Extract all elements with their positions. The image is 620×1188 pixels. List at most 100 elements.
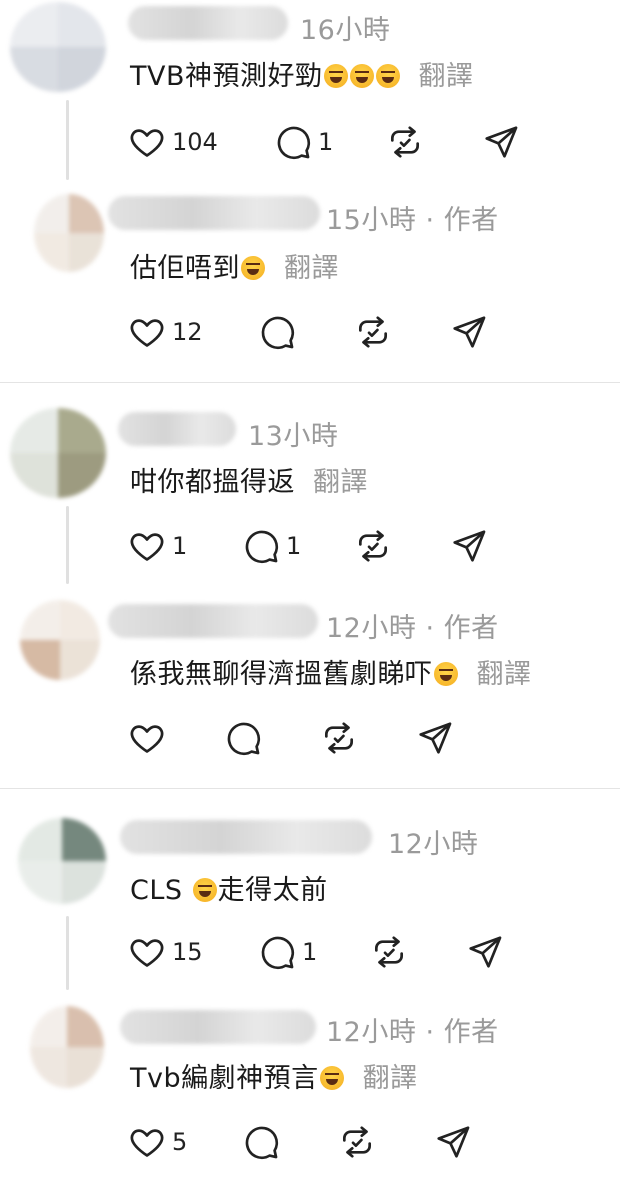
share-button[interactable]	[450, 312, 488, 352]
repost-button[interactable]	[354, 312, 392, 352]
like-button[interactable]	[128, 718, 166, 758]
translate-link[interactable]: 翻譯	[284, 253, 339, 284]
share-button[interactable]	[416, 718, 454, 758]
reply-button[interactable]	[242, 1122, 280, 1162]
repost-button[interactable]	[386, 122, 424, 162]
translate-link[interactable]: 翻譯	[419, 61, 474, 92]
comment-text: 咁你都搵得返 翻譯	[130, 460, 368, 499]
like-button[interactable]: 1	[128, 526, 187, 566]
timestamp-author: 15小時 · 作者	[326, 205, 499, 236]
translate-link[interactable]: 翻譯	[477, 659, 532, 690]
username-blurred[interactable]	[120, 1010, 316, 1044]
like-button[interactable]: 12	[128, 312, 203, 352]
reply-button[interactable]: 1	[274, 122, 333, 162]
share-button[interactable]	[466, 932, 504, 972]
comment-body: TVB神預測好勁	[130, 61, 323, 92]
like-count: 15	[172, 938, 203, 966]
reply-button[interactable]	[258, 312, 296, 352]
thread-line	[66, 916, 69, 990]
username-blurred[interactable]	[120, 820, 372, 854]
avatar[interactable]	[10, 2, 106, 92]
action-bar: 5	[128, 1122, 528, 1162]
divider	[0, 382, 620, 383]
username-blurred[interactable]	[118, 412, 236, 446]
like-button[interactable]: 15	[128, 932, 203, 972]
divider	[0, 788, 620, 789]
reply-body: 係我無聊得濟搵舊劇睇吓	[130, 659, 433, 690]
speech-bubble-icon	[261, 936, 295, 970]
avatar[interactable]	[18, 818, 106, 904]
username-blurred[interactable]	[108, 604, 318, 638]
action-bar: 12	[128, 312, 528, 352]
like-count: 5	[172, 1128, 188, 1156]
heart-icon	[130, 319, 164, 347]
speech-bubble-icon	[245, 530, 279, 564]
like-count: 104	[172, 128, 218, 156]
repost-icon	[342, 1126, 372, 1158]
share-button[interactable]	[434, 1122, 472, 1162]
rofl-emoji	[433, 662, 458, 686]
avatar[interactable]	[30, 1006, 104, 1088]
share-button[interactable]	[450, 526, 488, 566]
heart-icon	[130, 129, 164, 157]
avatar[interactable]	[34, 194, 104, 272]
rofl-emoji	[375, 64, 400, 88]
thread-line	[66, 100, 69, 180]
comment-body-suffix: 走得太前	[217, 875, 328, 906]
repost-icon	[324, 722, 354, 754]
repost-button[interactable]	[338, 1122, 376, 1162]
avatar[interactable]	[10, 408, 106, 498]
repost-button[interactable]	[370, 932, 408, 972]
thread-line	[66, 506, 69, 584]
action-bar: 1 1	[128, 526, 528, 566]
repost-icon	[358, 530, 388, 562]
speech-bubble-icon	[227, 722, 261, 756]
send-icon	[453, 530, 486, 562]
like-count: 12	[172, 318, 203, 346]
comment-text: TVB神預測好勁 翻譯	[130, 54, 474, 93]
like-button[interactable]: 104	[128, 122, 218, 162]
reply-button[interactable]	[224, 718, 262, 758]
username-blurred[interactable]	[128, 6, 288, 40]
action-bar	[128, 718, 528, 758]
like-count: 1	[172, 532, 188, 560]
rofl-emoji	[192, 878, 217, 902]
translate-link[interactable]: 翻譯	[313, 467, 368, 498]
send-icon	[437, 1126, 470, 1158]
share-button[interactable]	[482, 122, 520, 162]
rofl-emoji	[323, 64, 348, 88]
reply-body: 估佢唔到	[130, 253, 240, 284]
repost-button[interactable]	[320, 718, 358, 758]
repost-icon	[374, 936, 404, 968]
reply-button[interactable]: 1	[258, 932, 317, 972]
speech-bubble-icon	[277, 126, 311, 160]
send-icon	[469, 936, 502, 968]
timestamp-author: 12小時 · 作者	[326, 1017, 499, 1048]
timestamp: 12小時	[388, 829, 479, 860]
reply-button[interactable]: 1	[242, 526, 301, 566]
heart-icon	[130, 533, 164, 561]
repost-icon	[390, 126, 420, 158]
comment-body-prefix: CLS	[130, 875, 192, 906]
username-blurred[interactable]	[108, 196, 320, 230]
speech-bubble-icon	[261, 316, 295, 350]
rofl-emoji	[319, 1066, 344, 1090]
heart-icon	[130, 939, 164, 967]
reply-text: Tvb編劇神預言 翻譯	[130, 1056, 418, 1095]
translate-link[interactable]: 翻譯	[363, 1063, 418, 1094]
reply-count: 1	[302, 938, 318, 966]
action-bar: 104 1	[128, 122, 528, 162]
like-button[interactable]: 5	[128, 1122, 187, 1162]
reply-text: 估佢唔到 翻譯	[130, 246, 339, 285]
reply-body: Tvb編劇神預言	[130, 1063, 319, 1094]
timestamp: 13小時	[248, 421, 339, 452]
repost-button[interactable]	[354, 526, 392, 566]
rofl-emoji	[241, 256, 265, 280]
reply-text: 係我無聊得濟搵舊劇睇吓 翻譯	[130, 652, 532, 691]
avatar[interactable]	[20, 600, 100, 680]
repost-icon	[358, 316, 388, 348]
timestamp-author: 12小時 · 作者	[326, 613, 499, 644]
comment-body: 咁你都搵得返	[130, 467, 295, 498]
reply-count: 1	[318, 128, 334, 156]
send-icon	[485, 126, 518, 158]
